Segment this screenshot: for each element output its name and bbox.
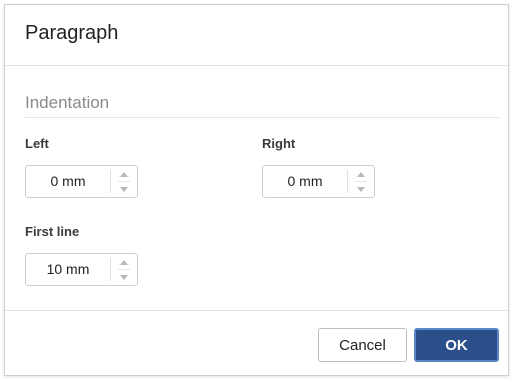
left-indent-spinner: 0 mm bbox=[25, 165, 138, 198]
caret-down-icon bbox=[120, 187, 128, 192]
spinner-divider bbox=[110, 170, 111, 193]
right-indent-label: Right bbox=[262, 136, 296, 151]
left-indent-input[interactable]: 0 mm bbox=[26, 166, 110, 197]
right-indent-spinner: 0 mm bbox=[262, 165, 375, 198]
section-divider bbox=[25, 117, 500, 118]
first-line-indent-decrement-button[interactable] bbox=[114, 270, 134, 285]
caret-up-icon bbox=[357, 172, 365, 177]
first-line-indent-increment-button[interactable] bbox=[114, 255, 134, 270]
spinner-divider bbox=[347, 170, 348, 193]
dialog-footer: Cancel OK bbox=[5, 310, 508, 375]
spinner-divider bbox=[110, 258, 111, 281]
left-indent-increment-button[interactable] bbox=[114, 167, 134, 182]
caret-down-icon bbox=[120, 275, 128, 280]
dialog-header: Paragraph bbox=[5, 5, 508, 66]
dialog-title: Paragraph bbox=[25, 22, 119, 44]
left-indent-decrement-button[interactable] bbox=[114, 182, 134, 197]
first-line-indent-spinner: 10 mm bbox=[25, 253, 138, 286]
ok-button[interactable]: OK bbox=[414, 328, 499, 362]
caret-down-icon bbox=[357, 187, 365, 192]
caret-up-icon bbox=[120, 260, 128, 265]
caret-up-icon bbox=[120, 172, 128, 177]
first-line-indent-label: First line bbox=[25, 224, 80, 239]
cancel-button[interactable]: Cancel bbox=[318, 328, 407, 362]
indentation-heading: Indentation bbox=[25, 93, 110, 112]
right-indent-input[interactable]: 0 mm bbox=[263, 166, 347, 197]
first-line-indent-input[interactable]: 10 mm bbox=[26, 254, 110, 285]
paragraph-dialog: Paragraph Indentation Left 0 mm Right 0 … bbox=[4, 4, 509, 376]
left-indent-label: Left bbox=[25, 136, 49, 151]
right-indent-decrement-button[interactable] bbox=[351, 182, 371, 197]
right-indent-increment-button[interactable] bbox=[351, 167, 371, 182]
